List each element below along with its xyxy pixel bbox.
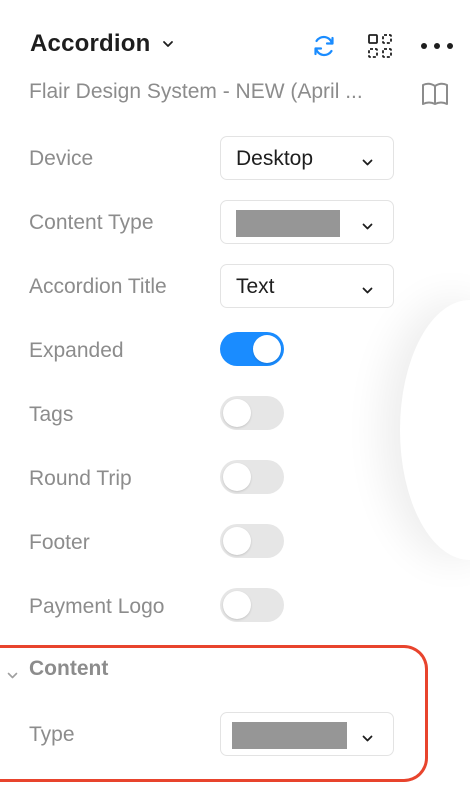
content-section-header[interactable]: Content: [0, 656, 470, 686]
property-label: Accordion Title: [29, 275, 167, 298]
type-select[interactable]: [220, 712, 394, 756]
property-label: Type: [29, 723, 75, 746]
library-name[interactable]: Flair Design System - NEW (April ...: [29, 80, 363, 104]
property-row-round-trip: Round Trip: [0, 458, 470, 506]
footer-toggle[interactable]: [220, 524, 284, 558]
chevron-down-icon: [362, 154, 373, 166]
property-row-type: Type: [0, 712, 470, 760]
chevron-down-icon: [162, 38, 174, 50]
book-icon[interactable]: [420, 80, 450, 108]
payment-logo-toggle[interactable]: [220, 588, 284, 622]
component-grid-icon[interactable]: [366, 32, 394, 60]
select-value: Text: [236, 275, 275, 298]
accordion-title-select[interactable]: Text: [220, 264, 394, 308]
chevron-down-icon: [362, 730, 373, 742]
toggle-knob: [223, 463, 251, 491]
device-select[interactable]: Desktop: [220, 136, 394, 180]
toggle-knob: [223, 527, 251, 555]
property-label: Device: [29, 147, 94, 170]
component-title: Accordion: [30, 30, 151, 57]
content-type-select[interactable]: [220, 200, 394, 244]
more-options-icon[interactable]: [420, 32, 454, 60]
chevron-down-icon[interactable]: [7, 667, 18, 679]
component-title-dropdown[interactable]: Accordion: [30, 30, 174, 58]
property-label: Expanded: [29, 339, 124, 362]
property-row-expanded: Expanded: [0, 330, 470, 378]
section-title: Content: [29, 657, 109, 680]
property-row-tags: Tags: [0, 394, 470, 442]
expanded-toggle[interactable]: [220, 332, 284, 366]
property-label: Tags: [29, 403, 74, 426]
redacted-value: [232, 722, 347, 749]
toggle-knob: [223, 591, 251, 619]
panel-header: Accordion: [0, 24, 470, 70]
property-label: Footer: [29, 531, 90, 554]
toggle-knob: [223, 399, 251, 427]
property-row-device: Device Desktop: [0, 136, 470, 184]
select-value: Desktop: [236, 147, 314, 170]
refresh-icon[interactable]: [310, 32, 338, 60]
property-row-accordion-title: Accordion Title Text: [0, 264, 470, 312]
property-label: Round Trip: [29, 467, 132, 490]
toggle-knob: [253, 335, 281, 363]
tags-toggle[interactable]: [220, 396, 284, 430]
redacted-value: [236, 210, 340, 237]
round-trip-toggle[interactable]: [220, 460, 284, 494]
property-row-payment-logo: Payment Logo: [0, 586, 470, 634]
property-row-footer: Footer: [0, 522, 470, 570]
chevron-down-icon: [362, 282, 373, 294]
property-row-content-type: Content Type: [0, 200, 470, 248]
property-label: Payment Logo: [29, 595, 165, 618]
property-label: Content Type: [29, 211, 154, 234]
chevron-down-icon: [362, 218, 373, 230]
